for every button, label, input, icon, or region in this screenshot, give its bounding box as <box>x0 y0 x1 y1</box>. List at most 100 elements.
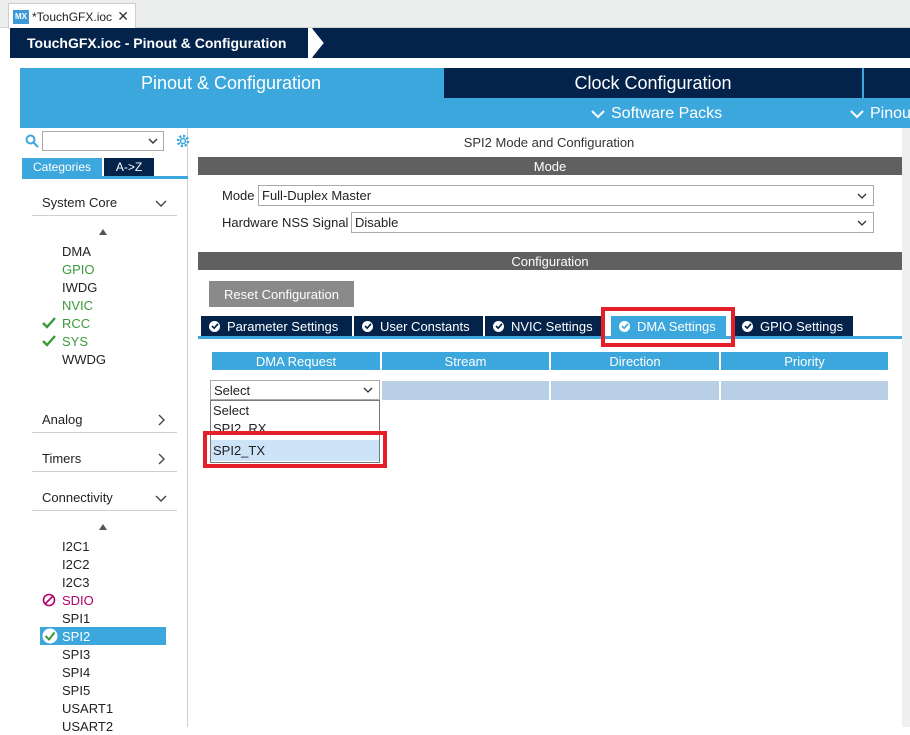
checkmark-icon <box>42 335 56 347</box>
list-item-i2c1[interactable]: I2C1 <box>62 537 89 555</box>
list-item-usart1[interactable]: USART1 <box>62 699 113 717</box>
tab-pinout-label: Pinout & Configuration <box>140 72 322 93</box>
highlight-box-dma-settings <box>601 307 735 347</box>
item-label: SYS <box>62 333 89 349</box>
list-item-spi5[interactable]: SPI5 <box>62 681 90 699</box>
item-label: IWDG <box>62 279 98 295</box>
close-icon[interactable]: ✕ <box>117 8 129 25</box>
section-timers[interactable]: Timers <box>32 446 177 472</box>
list-item-dma[interactable]: DMA <box>62 242 91 260</box>
check-circle-icon <box>362 320 373 332</box>
mode-label: Mode <box>222 188 255 203</box>
list-item-rcc[interactable]: RCC <box>42 314 90 332</box>
item-label: SPI2 <box>62 628 91 644</box>
list-item-i2c2[interactable]: I2C2 <box>62 555 89 573</box>
item-label: USART1 <box>62 700 114 716</box>
tab-label: NVIC Settings <box>511 318 593 334</box>
breadcrumb-arrow-icon <box>308 28 327 58</box>
tab-user-constants[interactable]: User Constants <box>354 316 483 336</box>
gear-icon[interactable] <box>175 133 191 149</box>
chevron-down-icon <box>148 138 158 144</box>
list-item-spi1[interactable]: SPI1 <box>62 609 90 627</box>
check-circle-icon <box>493 320 504 332</box>
section-label: System Core <box>42 195 118 210</box>
item-label: USART2 <box>62 718 114 734</box>
column-priority[interactable]: Priority <box>721 352 888 370</box>
scroll-up-icon[interactable] <box>99 229 107 235</box>
check-circle-icon <box>42 628 58 644</box>
column-stream[interactable]: Stream <box>382 352 549 370</box>
categories-label: Categories <box>32 160 92 174</box>
item-label: GPIO <box>62 261 95 277</box>
item-label: I2C2 <box>62 556 90 572</box>
az-button[interactable]: A->Z <box>104 158 154 176</box>
list-item-nvic[interactable]: NVIC <box>62 296 93 314</box>
mode-value: Full-Duplex Master <box>262 188 372 203</box>
dma-request-select[interactable]: Select <box>210 380 380 400</box>
pinout-menu[interactable]: Pinout <box>850 100 910 128</box>
chevron-right-icon <box>158 414 165 425</box>
panel-title: SPI2 Mode and Configuration <box>463 134 635 150</box>
tab-label: GPIO Settings <box>760 318 844 334</box>
nss-label: Hardware NSS Signal <box>222 215 349 230</box>
vertical-scrollbar[interactable] <box>902 128 910 727</box>
item-label: I2C1 <box>62 538 90 554</box>
tab-pinout-configuration[interactable]: Pinout & Configuration <box>20 68 442 98</box>
mode-select[interactable]: Full-Duplex Master <box>258 185 874 206</box>
section-connectivity[interactable]: Connectivity <box>32 485 177 511</box>
list-item-wwdg[interactable]: WWDG <box>62 350 106 368</box>
tab-label: Parameter Settings <box>227 318 339 334</box>
item-label: SPI1 <box>62 610 91 626</box>
pinout-menu-label: Pinout <box>870 105 910 122</box>
list-item-iwdg[interactable]: IWDG <box>62 278 97 296</box>
list-item-spi4[interactable]: SPI4 <box>62 663 90 681</box>
scroll-up-icon[interactable] <box>99 524 107 530</box>
section-system-core[interactable]: System Core <box>32 190 177 216</box>
file-tab-label: *TouchGFX.ioc <box>32 9 113 24</box>
software-packs-menu[interactable]: Software Packs <box>591 100 722 128</box>
list-item-sdio[interactable]: SDIO <box>42 591 94 609</box>
item-label: NVIC <box>62 297 94 313</box>
search-icon <box>25 134 39 148</box>
reset-configuration-button[interactable]: Reset Configuration <box>209 281 354 307</box>
dropdown-option-select[interactable]: Select <box>213 403 249 418</box>
chevron-down-icon <box>591 110 605 119</box>
section-analog[interactable]: Analog <box>32 407 177 433</box>
check-circle-icon <box>209 320 220 332</box>
list-item-spi2[interactable]: SPI2 <box>40 627 166 645</box>
section-label: Analog <box>42 412 83 427</box>
chevron-right-icon <box>158 453 165 464</box>
section-label: Connectivity <box>42 490 113 505</box>
column-direction[interactable]: Direction <box>551 352 719 370</box>
column-dma-request[interactable]: DMA Request <box>212 352 380 370</box>
chevron-down-icon <box>363 387 373 393</box>
item-label: SPI3 <box>62 646 91 662</box>
section-label: Timers <box>42 451 82 466</box>
tab-nvic-settings[interactable]: NVIC Settings <box>485 316 602 336</box>
priority-cell <box>721 381 888 400</box>
list-item-gpio[interactable]: GPIO <box>62 260 95 278</box>
item-label: SPI5 <box>62 682 91 698</box>
item-label: DMA <box>62 243 91 259</box>
file-tab[interactable]: MX *TouchGFX.ioc ✕ <box>8 3 136 29</box>
list-item-usart2[interactable]: USART2 <box>62 717 113 735</box>
item-label: SPI4 <box>62 664 91 680</box>
direction-cell <box>551 381 719 400</box>
chevron-down-icon <box>857 220 867 226</box>
tab-parameter-settings[interactable]: Parameter Settings <box>201 316 352 336</box>
editor-tab-strip <box>0 0 910 28</box>
item-label: SDIO <box>62 592 94 608</box>
search-input[interactable] <box>42 131 164 151</box>
az-label: A->Z <box>115 160 143 174</box>
tab-gpio-settings[interactable]: GPIO Settings <box>734 316 853 336</box>
list-item-spi3[interactable]: SPI3 <box>62 645 90 663</box>
chevron-down-icon <box>155 200 167 207</box>
tab-more[interactable] <box>864 68 910 98</box>
categories-underline <box>22 176 188 179</box>
nss-select[interactable]: Disable <box>351 212 874 233</box>
list-item-sys[interactable]: SYS <box>42 332 89 350</box>
list-item-i2c3[interactable]: I2C3 <box>62 573 89 591</box>
software-packs-label: Software Packs <box>611 105 723 122</box>
categories-button[interactable]: Categories <box>22 158 102 176</box>
tab-clock-configuration[interactable]: Clock Configuration <box>444 68 862 98</box>
